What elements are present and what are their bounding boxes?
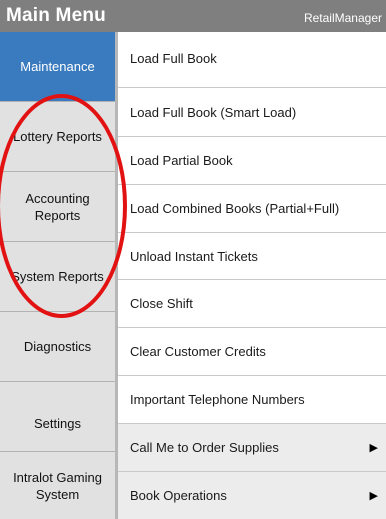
chevron-right-icon: ▶ xyxy=(369,490,378,502)
menu-item-label: Unload Instant Tickets xyxy=(130,248,258,264)
menu-item-label: Load Combined Books (Partial+Full) xyxy=(130,201,340,216)
chevron-right-icon: ▶ xyxy=(369,442,378,454)
menu-item-load-full-book[interactable]: Load Full Book xyxy=(118,32,386,88)
sidebar-item-label: Lottery Reports xyxy=(13,129,102,144)
menu-item-clear-customer-credits[interactable]: Clear Customer Credits xyxy=(118,328,386,376)
menu-item-close-shift[interactable]: Close Shift xyxy=(118,280,386,328)
menu-item-load-full-book-smart[interactable]: Load Full Book (Smart Load) xyxy=(118,88,386,137)
menu-item-label: Book Operations xyxy=(130,488,227,503)
sidebar-item-lottery-reports[interactable]: Lottery Reports xyxy=(0,102,115,172)
header-bar: Main Menu RetailManager xyxy=(0,0,386,32)
sidebar-item-system-reports[interactable]: System Reports xyxy=(0,242,115,312)
sidebar-item-label: Intralot Gaming System xyxy=(13,469,102,502)
sidebar-item-label: Diagnostics xyxy=(23,339,92,354)
sidebar-item-settings[interactable]: Settings xyxy=(0,382,115,452)
menu-item-unload-instant-tickets[interactable]: Unload Instant Tickets xyxy=(118,233,386,280)
menu-item-label: Important Telephone Numbers xyxy=(130,392,305,407)
menu-item-label: Clear Customer Credits xyxy=(130,344,266,359)
menu-item-important-telephone-numbers[interactable]: Important Telephone Numbers xyxy=(118,376,386,424)
menu-item-load-partial-book[interactable]: Load Partial Book xyxy=(118,137,386,185)
menu-item-label: Load Partial Book xyxy=(130,153,233,168)
menu-item-label: Load Full Book (Smart Load) xyxy=(130,104,297,120)
sidebar-item-label: System Reports xyxy=(11,269,104,284)
menu-item-label: Close Shift xyxy=(130,296,193,311)
sidebar-item-label: Maintenance xyxy=(20,59,95,74)
menu-item-label: Load Full Book xyxy=(130,50,217,66)
menu-item-book-operations[interactable]: Book Operations ▶ xyxy=(118,472,386,519)
app-name: RetailManager xyxy=(303,11,382,25)
sidebar-item-maintenance[interactable]: Maintenance xyxy=(0,32,115,102)
sidebar-item-intralot-gaming-system[interactable]: Intralot Gaming System xyxy=(0,452,115,519)
sidebar-item-label: Accounting Reports xyxy=(25,190,90,223)
sidebar-item-diagnostics[interactable]: Diagnostics xyxy=(0,312,115,382)
page-title: Main Menu xyxy=(6,5,106,26)
sidebar-item-label: Settings xyxy=(34,416,81,431)
menu-item-load-combined-books[interactable]: Load Combined Books (Partial+Full) xyxy=(118,185,386,233)
menu-list: Load Full Book Load Full Book (Smart Loa… xyxy=(118,32,386,519)
menu-item-call-me-to-order-supplies[interactable]: Call Me to Order Supplies ▶ xyxy=(118,424,386,472)
sidebar-item-accounting-reports[interactable]: Accounting Reports xyxy=(0,172,115,242)
sidebar: Maintenance Lottery Reports Accounting R… xyxy=(0,32,118,519)
menu-item-label: Call Me to Order Supplies xyxy=(130,440,279,455)
